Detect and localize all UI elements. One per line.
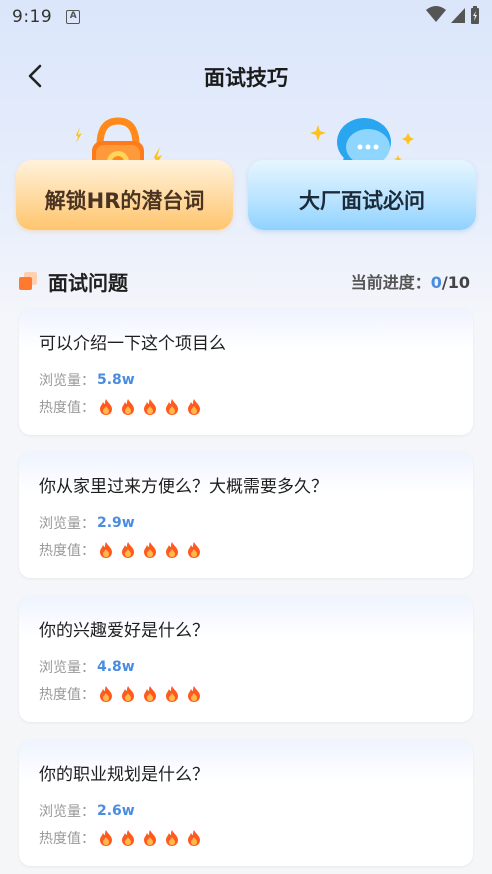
flame-icon: [144, 830, 156, 846]
views-label: 浏览量：: [39, 516, 95, 532]
section-title: 面试问题: [48, 271, 128, 295]
progress-label: 当前进度：: [350, 273, 431, 292]
views-value: 2.9w: [97, 515, 135, 531]
progress-total: /10: [441, 273, 470, 292]
views-value: 2.6w: [97, 803, 135, 819]
unlock-hr-subtext-button[interactable]: 解锁HR的潜台词: [16, 160, 233, 230]
views-label: 浏览量：: [39, 804, 95, 820]
heat-label: 热度值：: [39, 543, 95, 559]
flame-icon: [100, 399, 112, 415]
flame-icon: [188, 830, 200, 846]
flame-icon: [100, 686, 112, 702]
question-card[interactable]: 你的职业规划是什么？ 浏览量： 2.6w 热度值：: [19, 740, 473, 866]
header: 面试技巧: [0, 56, 492, 96]
flame-icon: [122, 686, 134, 702]
flame-icon: [122, 830, 134, 846]
heat-label: 热度值：: [39, 687, 95, 703]
section-header: 面试问题 当前进度：0/10: [18, 266, 474, 296]
flame-icon: [188, 399, 200, 415]
flame-icon: [144, 686, 156, 702]
wifi-icon: [426, 6, 446, 22]
flame-icon: [166, 686, 178, 702]
views-row: 浏览量： 2.6w: [39, 801, 135, 821]
flame-icon: [166, 830, 178, 846]
question-text: 你的职业规划是什么？: [39, 765, 209, 785]
question-text: 可以介绍一下这个项目么: [39, 334, 226, 354]
heat-label: 热度值：: [39, 400, 95, 416]
flame-icon: [188, 542, 200, 558]
flame-icon: [100, 542, 112, 558]
heat-flames: [97, 829, 203, 847]
heat-row: 热度值：: [39, 540, 203, 560]
views-row: 浏览量： 4.8w: [39, 657, 135, 677]
flame-icon: [144, 399, 156, 415]
heat-flames: [97, 685, 203, 703]
flame-icon: [122, 399, 134, 415]
views-row: 浏览量： 2.9w: [39, 513, 135, 533]
heat-label: 热度值：: [39, 831, 95, 847]
question-card[interactable]: 你的兴趣爱好是什么？ 浏览量： 4.8w 热度值：: [19, 596, 473, 722]
flame-icon: [122, 542, 134, 558]
big-company-questions-label: 大厂面试必问: [299, 189, 425, 213]
battery-icon: [471, 6, 479, 24]
status-time: 9:19: [12, 7, 53, 27]
views-row: 浏览量： 5.8w: [39, 370, 135, 390]
views-value: 5.8w: [97, 372, 135, 388]
status-bar: 9:19 A: [0, 0, 492, 34]
signal-icon: [451, 8, 465, 23]
question-text: 你的兴趣爱好是什么？: [39, 621, 209, 641]
page-title: 面试技巧: [204, 66, 288, 90]
flame-icon: [100, 830, 112, 846]
views-label: 浏览量：: [39, 373, 95, 389]
flame-icon: [166, 399, 178, 415]
section-square-icon: [19, 272, 37, 290]
question-card[interactable]: 可以介绍一下这个项目么 浏览量： 5.8w 热度值：: [19, 309, 473, 435]
heat-row: 热度值：: [39, 828, 203, 848]
flame-icon: [188, 686, 200, 702]
progress-current: 0: [430, 273, 442, 292]
heat-row: 热度值：: [39, 684, 203, 704]
heat-flames: [97, 398, 203, 416]
question-card[interactable]: 你从家里过来方便么？大概需要多久？ 浏览量： 2.9w 热度值：: [19, 452, 473, 578]
heat-flames: [97, 541, 203, 559]
progress-indicator: 当前进度：0/10: [351, 269, 470, 293]
views-label: 浏览量：: [39, 660, 95, 676]
flame-icon: [166, 542, 178, 558]
unlock-hr-subtext-label: 解锁HR的潜台词: [44, 189, 205, 213]
question-text: 你从家里过来方便么？大概需要多久？: [39, 477, 328, 497]
flame-icon: [144, 542, 156, 558]
big-company-questions-button[interactable]: 大厂面试必问: [248, 160, 476, 230]
status-icons: [426, 6, 480, 24]
notification-icon: A: [66, 10, 81, 24]
views-value: 4.8w: [97, 659, 135, 675]
heat-row: 热度值：: [39, 397, 203, 417]
